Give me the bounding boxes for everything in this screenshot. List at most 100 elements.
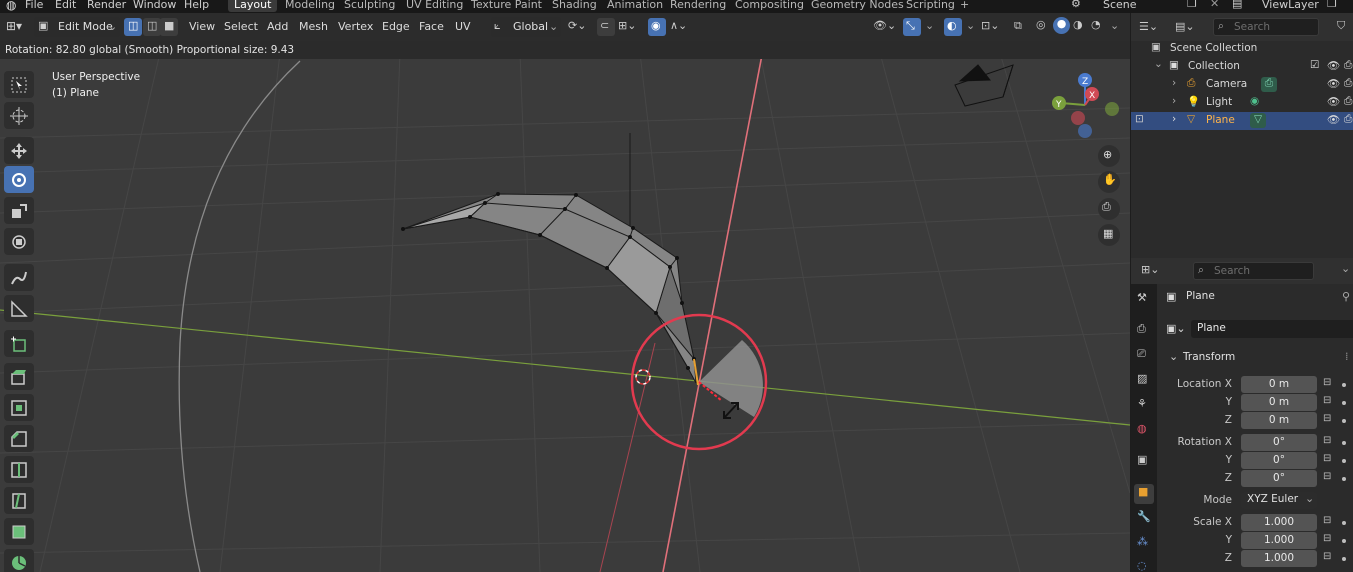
menu-view[interactable]: View [189,20,215,33]
cursor-tool[interactable] [4,102,34,129]
xray-icon[interactable]: ⧉ [1014,19,1022,33]
lock-icon[interactable]: ⊟ [1323,377,1335,389]
scale-tool[interactable] [4,197,34,224]
chevron-down-icon[interactable]: ⌄ [925,19,934,32]
lock-icon[interactable]: ⊟ [1323,551,1335,563]
3d-viewport[interactable]: ⊞▾ ▣ Edit Mode ⌄ ◫ ◫ ■ View Select Add M… [0,13,1130,572]
move-tool[interactable] [4,137,34,164]
tab-modeling[interactable]: Modeling [285,0,335,11]
menu-face[interactable]: Face [419,20,444,33]
pivot-point-icon[interactable]: ⟳⌄ [568,19,586,32]
tab-compositing[interactable]: Compositing [735,0,804,11]
scale-z-field[interactable]: 1.000 [1241,550,1317,567]
menu-add[interactable]: Add [267,20,288,33]
outliner-item-camera[interactable]: › ⎙ Camera ⎙ 👁 ⎙ [1131,76,1353,94]
mode-selector[interactable]: ▣ Edit Mode ⌄ [34,17,120,37]
render-camera-icon[interactable]: ⎙ [1344,59,1352,72]
new-scene-icon[interactable]: ❐ [1187,0,1197,10]
vertex-select-button[interactable]: ◫ [124,18,142,36]
scene-icon[interactable]: ⚙ [1071,0,1081,10]
tab-output[interactable]: ⎚ [1134,346,1154,366]
lock-icon[interactable]: ⊟ [1323,435,1335,447]
poly-build-tool[interactable] [4,518,34,545]
annotate-tool[interactable] [4,264,34,291]
checkbox-icon[interactable]: ☑ [1310,59,1319,71]
view-layer-icon[interactable]: ▤ [1232,0,1242,10]
outliner-scene-collection[interactable]: ▣ Scene Collection [1131,40,1353,58]
eye-icon[interactable]: 👁 [1327,113,1340,126]
menu-window[interactable]: Window [133,0,176,11]
gizmo-toggle[interactable]: ⤡ [903,18,921,36]
rotation-y-field[interactable]: 0° [1241,452,1317,469]
filter-icon[interactable]: ⛉ [1337,19,1345,33]
properties-search[interactable]: ⌕ Search [1193,262,1314,280]
location-x-field[interactable]: 0 m [1241,376,1317,393]
chevron-down-icon[interactable]: ⌄ [966,19,975,32]
tab-animation[interactable]: Animation [607,0,663,11]
keyframe-dot-icon[interactable] [1342,521,1346,525]
proportional-edit-toggle[interactable]: ◉ [648,18,666,36]
scene-selector[interactable]: Scene [1103,0,1137,11]
render-camera-icon[interactable]: ⎙ [1344,77,1352,90]
extrude-tool[interactable] [4,363,34,390]
overlays-toggle[interactable]: ◐ [944,18,962,36]
chevron-down-icon[interactable]: ⌄ [1110,19,1119,32]
lock-icon[interactable]: ⊟ [1323,515,1335,527]
render-camera-icon[interactable]: ⎙ [1344,113,1352,126]
menu-select[interactable]: Select [224,20,258,33]
zoom-button[interactable]: ⊕ [1098,145,1120,167]
camera-view-button[interactable]: ⎙ [1098,198,1120,220]
outliner-item-light[interactable]: › 💡 Light ◉ 👁 ⎙ [1131,94,1353,112]
keyframe-dot-icon[interactable] [1342,419,1346,423]
rotate-tool[interactable] [4,166,34,193]
location-z-field[interactable]: 0 m [1241,412,1317,429]
editor-type-icon[interactable]: ☰⌄ [1139,20,1158,33]
scale-x-field[interactable]: 1.000 [1241,514,1317,531]
add-cube-tool[interactable] [4,330,34,357]
eye-icon[interactable]: 👁 [1327,77,1340,90]
plus-icon[interactable]: + [960,0,969,11]
keyframe-dot-icon[interactable] [1342,441,1346,445]
spin-tool[interactable] [4,549,34,572]
transform-orientation-selector[interactable]: ⟀ Global ⌄ [491,17,561,37]
new-view-layer-icon[interactable]: ❐ [1327,0,1337,10]
select-box-tool[interactable] [4,71,34,98]
tab-uv-editing[interactable]: UV Editing [406,0,463,11]
render-camera-icon[interactable]: ⎙ [1344,95,1352,108]
keyframe-dot-icon[interactable] [1342,459,1346,463]
edge-select-button[interactable]: ◫ [143,18,161,36]
view-layer-selector[interactable]: ViewLayer [1262,0,1319,11]
transform-panel-header[interactable]: ⌄ Transform ⁞ [1161,348,1353,368]
rotation-mode-select[interactable]: XYZ Euler ⌄ [1241,492,1317,509]
tab-scripting[interactable]: Scripting [906,0,955,11]
eye-icon[interactable]: 👁 [1327,59,1340,72]
lock-icon[interactable]: ⊟ [1323,471,1335,483]
inset-tool[interactable] [4,394,34,421]
editor-type-icon[interactable]: ⊞⌄ [1141,263,1159,276]
menu-vertex[interactable]: Vertex [338,20,373,33]
bevel-tool[interactable] [4,425,34,452]
keyframe-dot-icon[interactable] [1342,539,1346,543]
lock-icon[interactable]: ⊟ [1323,395,1335,407]
rotation-x-field[interactable]: 0° [1241,434,1317,451]
menu-help[interactable]: Help [184,0,209,11]
lock-icon[interactable]: ⊟ [1323,533,1335,545]
knife-tool[interactable] [4,487,34,514]
keyframe-dot-icon[interactable] [1342,557,1346,561]
delete-scene-icon[interactable]: ✕ [1210,0,1219,10]
drag-handle-icon[interactable]: ⁞ [1345,350,1349,363]
rendered-shading-icon[interactable]: ◔ [1091,18,1101,31]
rotation-z-field[interactable]: 0° [1241,470,1317,487]
material-shading-icon[interactable]: ◑ [1073,18,1083,31]
keyframe-dot-icon[interactable] [1342,477,1346,481]
pan-button[interactable]: ✋ [1098,171,1120,193]
blender-logo-icon[interactable]: ◍ [6,0,16,12]
tab-geometry-nodes[interactable]: Geometry Nodes [811,0,904,11]
tab-layout[interactable]: Layout [228,0,278,12]
loop-cut-tool[interactable] [4,456,34,483]
rotate-widget[interactable] [630,313,768,451]
keyframe-dot-icon[interactable] [1342,401,1346,405]
menu-edge[interactable]: Edge [382,20,410,33]
camera-object[interactable] [954,64,1014,107]
transform-tool[interactable] [4,228,34,255]
